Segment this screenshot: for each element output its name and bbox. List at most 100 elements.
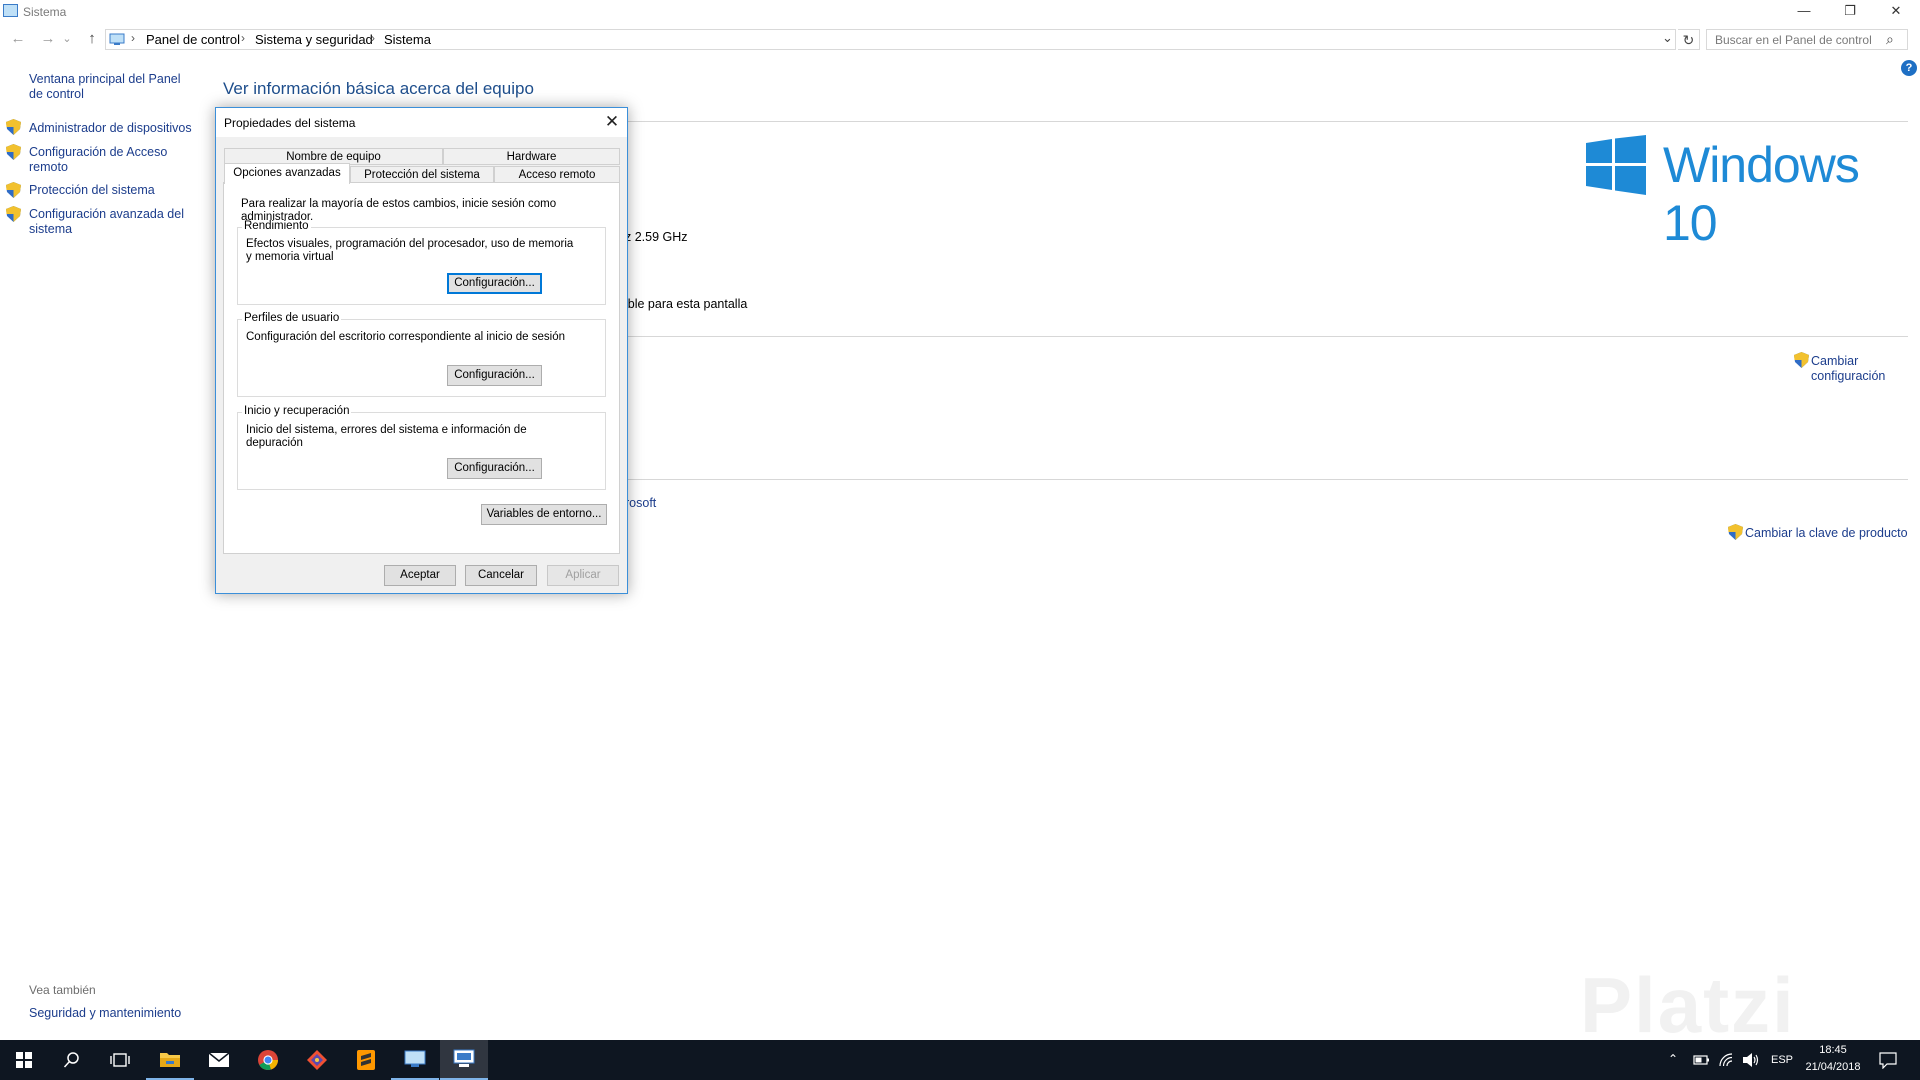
breadcrumb-separator: › bbox=[131, 31, 135, 45]
section-divider bbox=[625, 336, 1908, 337]
taskbar-mail[interactable] bbox=[195, 1040, 243, 1080]
clock-time[interactable]: 18:45 bbox=[1800, 1044, 1866, 1056]
performance-settings-button[interactable]: Configuración... bbox=[447, 273, 542, 294]
system-properties-icon bbox=[453, 1049, 475, 1067]
microsoft-link[interactable]: rosoft bbox=[625, 496, 656, 510]
chrome-icon bbox=[258, 1050, 278, 1070]
search-icon[interactable]: ⌕ bbox=[1886, 31, 1894, 48]
startup-recovery-group-title: Inicio y recuperación bbox=[242, 405, 352, 417]
breadcrumb-separator: › bbox=[371, 31, 375, 45]
forward-button[interactable]: → bbox=[37, 26, 59, 52]
apply-button[interactable]: Aplicar bbox=[547, 565, 619, 586]
file-explorer-icon bbox=[160, 1053, 180, 1067]
control-panel-icon bbox=[404, 1050, 426, 1067]
user-profiles-description: Configuración del escritorio correspondi… bbox=[246, 331, 565, 343]
git-icon bbox=[307, 1050, 327, 1070]
user-profiles-group-title: Perfiles de usuario bbox=[242, 312, 342, 324]
see-also-label: Vea también bbox=[29, 983, 96, 997]
computer-icon bbox=[109, 33, 125, 45]
sidebar-item-advanced-settings[interactable]: Configuración avanzada del sistema bbox=[29, 207, 189, 237]
mail-icon bbox=[208, 1052, 230, 1067]
sidebar-item-system-protection[interactable]: Protección del sistema bbox=[29, 183, 199, 198]
address-bar[interactable]: › Panel de control › Sistema y seguridad… bbox=[105, 29, 1676, 50]
breadcrumb-sistema[interactable]: Sistema bbox=[384, 32, 431, 47]
change-product-key-link[interactable]: Cambiar la clave de producto bbox=[1745, 526, 1908, 540]
recent-locations-button[interactable]: ⌄ bbox=[60, 26, 74, 52]
volume-icon[interactable] bbox=[1742, 1052, 1760, 1068]
startup-recovery-settings-button[interactable]: Configuración... bbox=[447, 458, 542, 479]
windows-10-brand: Windows 10 bbox=[1663, 137, 1860, 251]
breadcrumb-panel-de-control[interactable]: Panel de control bbox=[146, 32, 240, 47]
taskbar-system-properties[interactable] bbox=[440, 1040, 488, 1080]
user-profiles-settings-button[interactable]: Configuración... bbox=[447, 365, 542, 386]
shield-icon bbox=[6, 206, 21, 222]
performance-group-title: Rendimiento bbox=[242, 220, 311, 232]
breadcrumb-separator: › bbox=[241, 31, 245, 45]
platzi-watermark: Platzi bbox=[1580, 961, 1796, 1049]
taskbar-git[interactable] bbox=[293, 1040, 341, 1080]
shield-icon bbox=[6, 182, 21, 198]
wifi-icon[interactable] bbox=[1718, 1052, 1736, 1068]
taskbar-file-explorer[interactable] bbox=[146, 1040, 194, 1080]
sublime-icon bbox=[357, 1050, 375, 1070]
close-button[interactable]: ✕ bbox=[1873, 0, 1919, 24]
action-center-icon[interactable] bbox=[1879, 1051, 1897, 1069]
dialog-titlebar: Propiedades del sistema ✕ bbox=[216, 108, 627, 137]
performance-description: Efectos visuales, programación del proce… bbox=[246, 238, 574, 263]
tab-advanced-options[interactable]: Opciones avanzadas bbox=[224, 163, 350, 184]
maximize-button[interactable]: ❐ bbox=[1827, 0, 1873, 24]
tab-hardware[interactable]: Hardware bbox=[443, 148, 620, 165]
start-icon bbox=[16, 1052, 32, 1068]
environment-variables-button[interactable]: Variables de entorno... bbox=[481, 504, 607, 525]
taskbar-chrome[interactable] bbox=[244, 1040, 292, 1080]
cancel-button[interactable]: Cancelar bbox=[465, 565, 537, 586]
section-divider bbox=[625, 121, 1908, 122]
tray-overflow-icon[interactable]: ⌃ bbox=[1668, 1052, 1678, 1066]
section-divider bbox=[625, 479, 1908, 480]
task-view-button[interactable] bbox=[96, 1040, 144, 1080]
shield-icon bbox=[6, 119, 21, 135]
task-view-icon bbox=[110, 1053, 130, 1067]
display-value: ible para esta pantalla bbox=[625, 297, 748, 311]
refresh-button[interactable]: ↻ bbox=[1678, 29, 1700, 50]
back-button[interactable]: ← bbox=[7, 26, 29, 52]
system-properties-dialog: Propiedades del sistema ✕ Nombre de equi… bbox=[215, 107, 628, 594]
search-button[interactable] bbox=[48, 1040, 96, 1080]
navigation-bar: ← → ⌄ ↑ › Panel de control › Sistema y s… bbox=[0, 26, 1920, 52]
tab-panel-advanced: Para realizar la mayoría de estos cambio… bbox=[223, 182, 620, 554]
window-title: Sistema bbox=[23, 5, 67, 19]
battery-icon[interactable] bbox=[1692, 1053, 1710, 1067]
help-icon[interactable]: ? bbox=[1901, 60, 1917, 76]
taskbar: ⌃ ESP 18:45 21/04/2018 bbox=[0, 1040, 1920, 1080]
minimize-button[interactable]: — bbox=[1781, 0, 1827, 24]
security-maintenance-link[interactable]: Seguridad y mantenimiento bbox=[29, 1006, 199, 1021]
sidebar-item-device-manager[interactable]: Administrador de dispositivos bbox=[29, 121, 199, 136]
shield-icon bbox=[1794, 352, 1809, 368]
taskbar-sublime[interactable] bbox=[342, 1040, 390, 1080]
sidebar-item-remote-access[interactable]: Configuración de Acceso remoto bbox=[29, 145, 179, 175]
tab-system-protection[interactable]: Protección del sistema bbox=[350, 166, 494, 183]
taskbar-control-panel[interactable] bbox=[391, 1040, 439, 1080]
windows-logo-icon bbox=[1586, 135, 1646, 195]
shield-icon bbox=[6, 144, 21, 160]
tab-remote-access[interactable]: Acceso remoto bbox=[494, 166, 620, 183]
dialog-title: Propiedades del sistema bbox=[224, 116, 356, 130]
page-title: Ver información básica acerca del equipo bbox=[223, 79, 534, 98]
change-settings-link[interactable]: Cambiar configuración bbox=[1811, 354, 1911, 384]
dialog-close-button[interactable]: ✕ bbox=[599, 111, 625, 133]
start-button[interactable] bbox=[0, 1040, 48, 1080]
breadcrumb-sistema-y-seguridad[interactable]: Sistema y seguridad bbox=[255, 32, 373, 47]
shield-icon bbox=[1728, 524, 1743, 540]
window-titlebar: Sistema — ❐ ✕ bbox=[0, 0, 1920, 24]
startup-recovery-description: Inicio del sistema, errores del sistema … bbox=[246, 424, 527, 449]
search-icon bbox=[63, 1052, 79, 1068]
ok-button[interactable]: Aceptar bbox=[384, 565, 456, 586]
up-button[interactable]: ↑ bbox=[81, 26, 103, 52]
search-input[interactable]: Buscar en el Panel de control bbox=[1706, 29, 1908, 50]
language-indicator[interactable]: ESP bbox=[1768, 1054, 1796, 1066]
address-dropdown-icon[interactable]: ⌄ bbox=[1662, 30, 1673, 46]
system-app-icon bbox=[3, 4, 18, 17]
processor-value: z 2.59 GHz bbox=[625, 230, 688, 244]
clock-date[interactable]: 21/04/2018 bbox=[1800, 1061, 1866, 1073]
control-panel-home-link[interactable]: Ventana principal del Panel de control bbox=[29, 72, 194, 102]
